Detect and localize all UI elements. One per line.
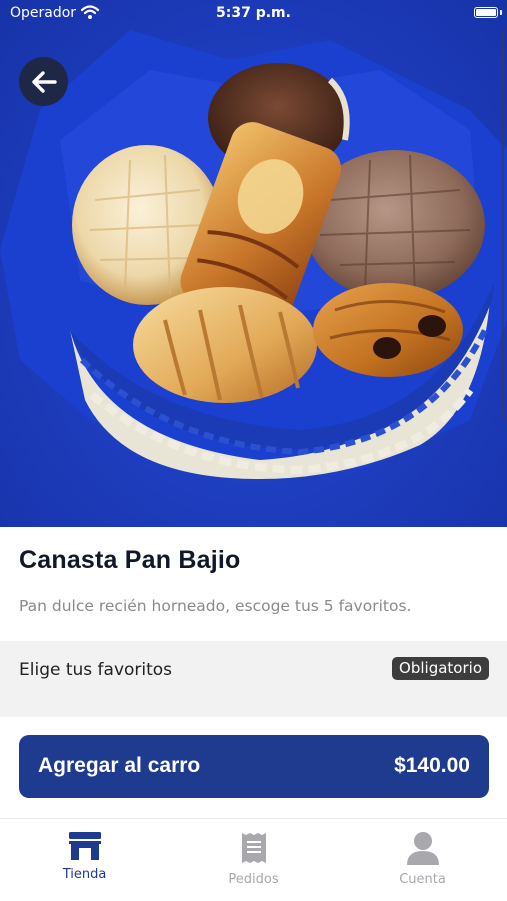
receipt-icon bbox=[240, 831, 268, 869]
scroll-indicator[interactable] bbox=[501, 30, 504, 420]
options-section-label: Elige tus favoritos bbox=[19, 660, 173, 680]
tab-cuenta[interactable]: Cuenta bbox=[338, 819, 507, 901]
arrow-left-icon bbox=[31, 70, 57, 93]
store-icon bbox=[67, 831, 103, 865]
person-icon bbox=[406, 831, 440, 869]
product-description: Pan dulce recién horneado, escoge tus 5 … bbox=[19, 597, 412, 615]
tab-pedidos[interactable]: Pedidos bbox=[169, 819, 338, 901]
product-image bbox=[0, 0, 507, 527]
add-to-cart-button[interactable]: Agregar al carro $140.00 bbox=[19, 735, 489, 798]
bread-basket-illustration bbox=[0, 30, 507, 480]
tab-tienda-label: Tienda bbox=[62, 867, 107, 882]
status-bar: Operador 5:37 p.m. bbox=[0, 0, 507, 28]
tab-tienda[interactable]: Tienda bbox=[0, 819, 169, 901]
required-badge: Obligatorio bbox=[392, 657, 489, 680]
tab-bar: Tienda Pedidos Cuenta bbox=[0, 818, 507, 901]
tab-pedidos-label: Pedidos bbox=[228, 872, 279, 887]
tab-cuenta-label: Cuenta bbox=[399, 872, 446, 887]
product-title: Canasta Pan Bajio bbox=[19, 546, 241, 574]
back-button[interactable] bbox=[19, 57, 68, 106]
add-to-cart-price: $140.00 bbox=[394, 754, 470, 777]
options-section-header[interactable]: Elige tus favoritos Obligatorio bbox=[0, 641, 507, 717]
battery-icon bbox=[474, 7, 498, 18]
status-time: 5:37 p.m. bbox=[216, 5, 291, 21]
add-to-cart-label: Agregar al carro bbox=[38, 754, 201, 777]
battery-tip bbox=[500, 10, 502, 15]
